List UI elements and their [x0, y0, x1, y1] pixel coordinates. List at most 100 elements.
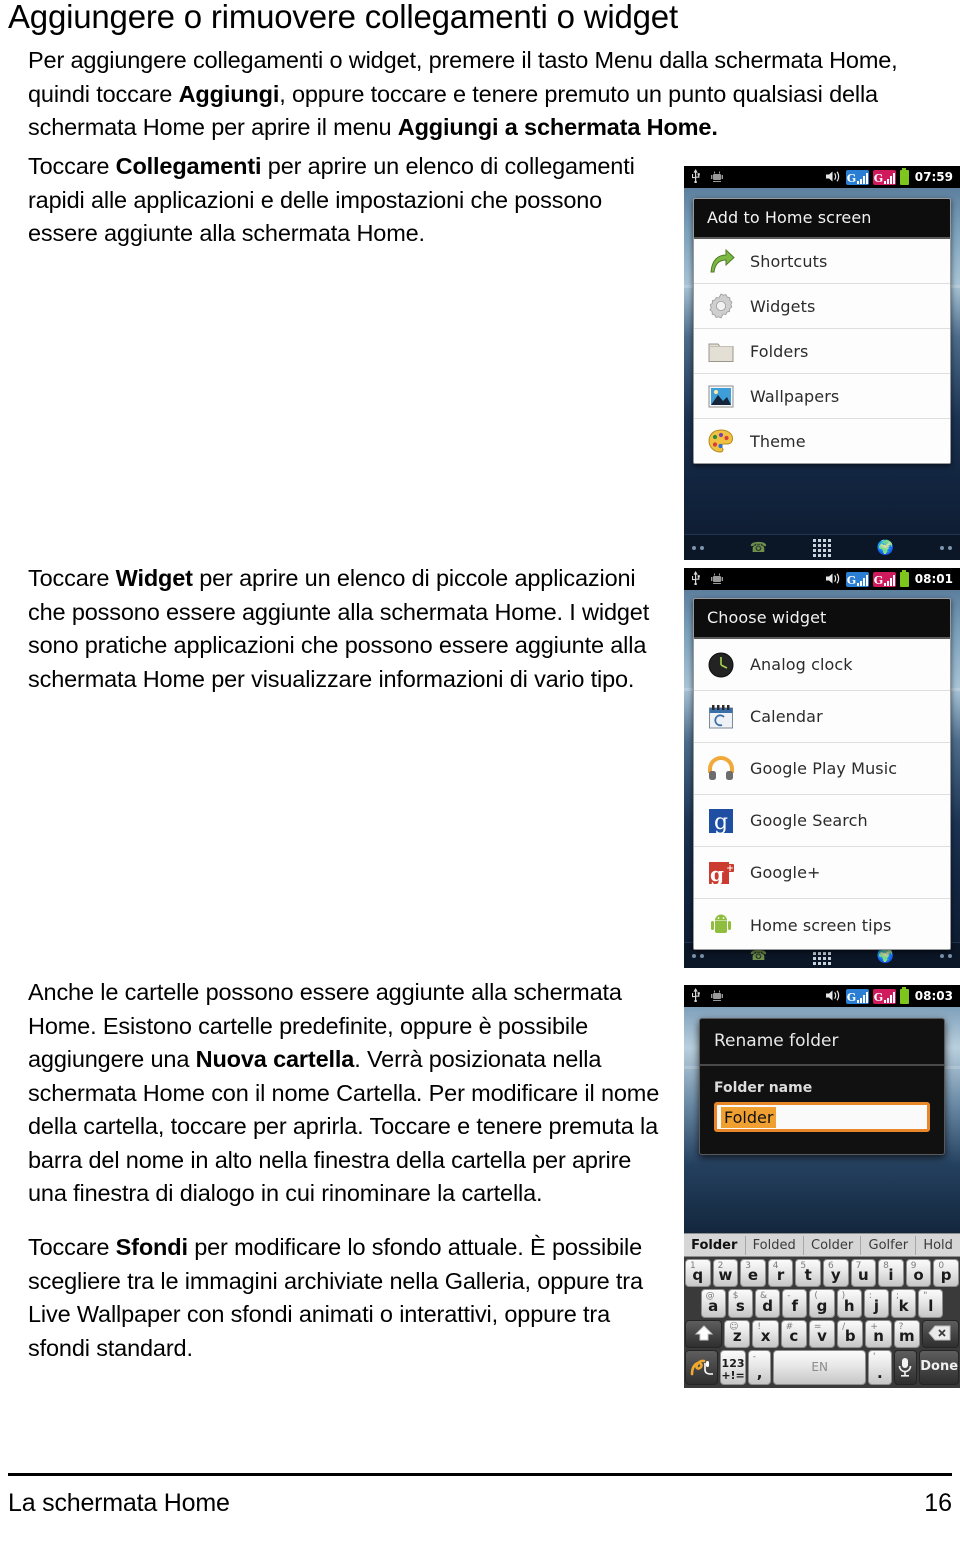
key-j[interactable]: : j [863, 1289, 890, 1318]
folder-icon [706, 336, 736, 366]
folder-name-input[interactable]: Folder [714, 1102, 930, 1132]
handwriting-icon[interactable] [685, 1350, 719, 1386]
key-alt: 3 [745, 1261, 751, 1271]
keyboard-row-4: 123 +!= - , EN ' . Done [685, 1350, 960, 1386]
page-dots-right [939, 953, 952, 958]
key-g[interactable]: ( g [809, 1289, 835, 1318]
dialog-item-label: Widgets [750, 296, 816, 316]
key-s[interactable]: $ s [727, 1289, 753, 1318]
key-period[interactable]: ' . [868, 1350, 892, 1386]
key-f[interactable]: - f [782, 1289, 808, 1318]
key-h[interactable]: ) h [836, 1289, 862, 1318]
dialog-item-theme[interactable]: Theme [694, 419, 950, 463]
key-alt: ; [896, 1291, 900, 1302]
symbols-key[interactable]: 123 +!= [720, 1350, 746, 1386]
key-t[interactable]: 5 t [795, 1259, 821, 1288]
key-x[interactable]: ! x [752, 1319, 779, 1349]
suggestion-item[interactable]: Hold [916, 1236, 960, 1255]
phone-icon[interactable]: ☎ [750, 949, 767, 963]
key-alt: 6 [827, 1261, 834, 1271]
key-i[interactable]: 8 i [878, 1259, 904, 1288]
key-u[interactable]: 7 u [850, 1259, 877, 1288]
key-l[interactable]: " l [918, 1289, 944, 1318]
dialog-item-list: Analog clock Calendar Google Play Music … [694, 639, 950, 949]
key-k[interactable]: ; k [891, 1289, 917, 1318]
key-alt: $ [732, 1291, 739, 1302]
globe-icon[interactable]: 🌍 [877, 949, 894, 963]
add-to-home-dialog: Add to Home screen Shortcuts Widgets Fol… [693, 198, 951, 464]
key-y[interactable]: 6 y [822, 1259, 849, 1288]
key-r[interactable]: 4 r [767, 1259, 794, 1288]
key-label: l [928, 1296, 934, 1315]
app-grid-icon[interactable] [812, 538, 831, 557]
phone-icon[interactable]: ☎ [750, 541, 767, 555]
svg-text:g: g [710, 862, 724, 886]
dialog-title: Add to Home screen [694, 199, 950, 239]
key-alt: 1 [690, 1261, 696, 1271]
key-c[interactable]: # c [780, 1319, 807, 1349]
key-p[interactable]: 0 p [933, 1259, 959, 1288]
key-w[interactable]: 2 w [712, 1259, 739, 1288]
status-bar-clock: 08:03 [914, 989, 953, 1003]
key-a[interactable]: @ a [700, 1289, 726, 1318]
key-n[interactable]: + n [865, 1319, 892, 1349]
widget-item-google-search[interactable]: g Google Search [694, 795, 950, 847]
suggestion-item[interactable]: Folder [684, 1235, 746, 1255]
key-m[interactable]: ? m [893, 1319, 920, 1349]
key-v[interactable]: = v [808, 1319, 836, 1349]
widget-item-google-play-music[interactable]: Google Play Music [694, 743, 950, 795]
symbols-top-label: 123 [721, 1356, 745, 1370]
key-label: , [756, 1364, 763, 1383]
suggestion-item[interactable]: Colder [804, 1235, 862, 1255]
dialog-item-list: Shortcuts Widgets Folders Wallpapers The… [694, 239, 950, 463]
key-label: i [888, 1266, 894, 1285]
dialog-item-folders[interactable]: Folders [694, 329, 950, 374]
google-plus-icon: g + [706, 858, 736, 888]
key-e[interactable]: 3 e [740, 1259, 766, 1288]
usb-icon [690, 168, 701, 187]
speaker-icon [825, 570, 842, 589]
key-label: f [791, 1296, 799, 1315]
shortcuts-bold: Collegamenti [115, 153, 262, 179]
keyboard-row-3: ☺ z ! x # c = v / b + n ? m [685, 1319, 960, 1349]
key-d[interactable]: & d [755, 1289, 781, 1318]
dialog-item-widgets[interactable]: Widgets [694, 284, 950, 329]
picture-icon [706, 381, 736, 411]
folders-bold: Nuova cartella [195, 1046, 355, 1072]
backspace-icon[interactable] [921, 1319, 960, 1349]
key-alt: 5 [800, 1261, 807, 1271]
key-b[interactable]: / b [837, 1319, 864, 1349]
keyboard-row-2: @ a $ s & d - f ( g ) h: j ; k " l [685, 1289, 959, 1318]
key-o[interactable]: 9 o [905, 1259, 932, 1288]
key-alt: # [785, 1321, 794, 1332]
speaker-icon [825, 987, 842, 1006]
globe-icon[interactable]: 🌍 [877, 541, 894, 555]
key-q[interactable]: 1 q [685, 1259, 711, 1288]
dialog-item-wallpapers[interactable]: Wallpapers [694, 374, 950, 419]
android-debug-icon [710, 168, 724, 187]
key-alt: - [787, 1291, 791, 1302]
battery-icon [899, 986, 909, 1004]
shortcut-arrow-icon [706, 246, 736, 276]
widget-item-calendar[interactable]: Calendar [694, 691, 950, 743]
done-key[interactable]: Done [919, 1350, 960, 1386]
key-z[interactable]: ☺ z [724, 1319, 751, 1349]
suggestion-item[interactable]: Folded [746, 1235, 804, 1255]
dialog-item-label: Shortcuts [750, 251, 828, 271]
signal-sim2-icon: G [872, 571, 896, 587]
widget-item-analog-clock[interactable]: Analog clock [694, 639, 950, 691]
calendar-icon [706, 702, 736, 732]
microphone-icon[interactable] [893, 1350, 918, 1386]
dialog-item-shortcuts[interactable]: Shortcuts [694, 239, 950, 284]
suggestion-item[interactable]: Golfer [861, 1235, 917, 1255]
key-label: x [760, 1327, 771, 1346]
key-label: b [844, 1327, 856, 1346]
widget-item-google-plus[interactable]: g + Google+ [694, 847, 950, 899]
shift-up-icon[interactable] [685, 1319, 723, 1349]
signal-sim1-icon: G [845, 169, 869, 185]
battery-icon [899, 167, 909, 185]
widget-item-home-screen-tips[interactable]: Home screen tips [694, 899, 950, 949]
status-bar-clock: 07:59 [914, 170, 953, 184]
space-key[interactable]: EN [773, 1350, 867, 1386]
key-comma[interactable]: - , [747, 1350, 772, 1386]
